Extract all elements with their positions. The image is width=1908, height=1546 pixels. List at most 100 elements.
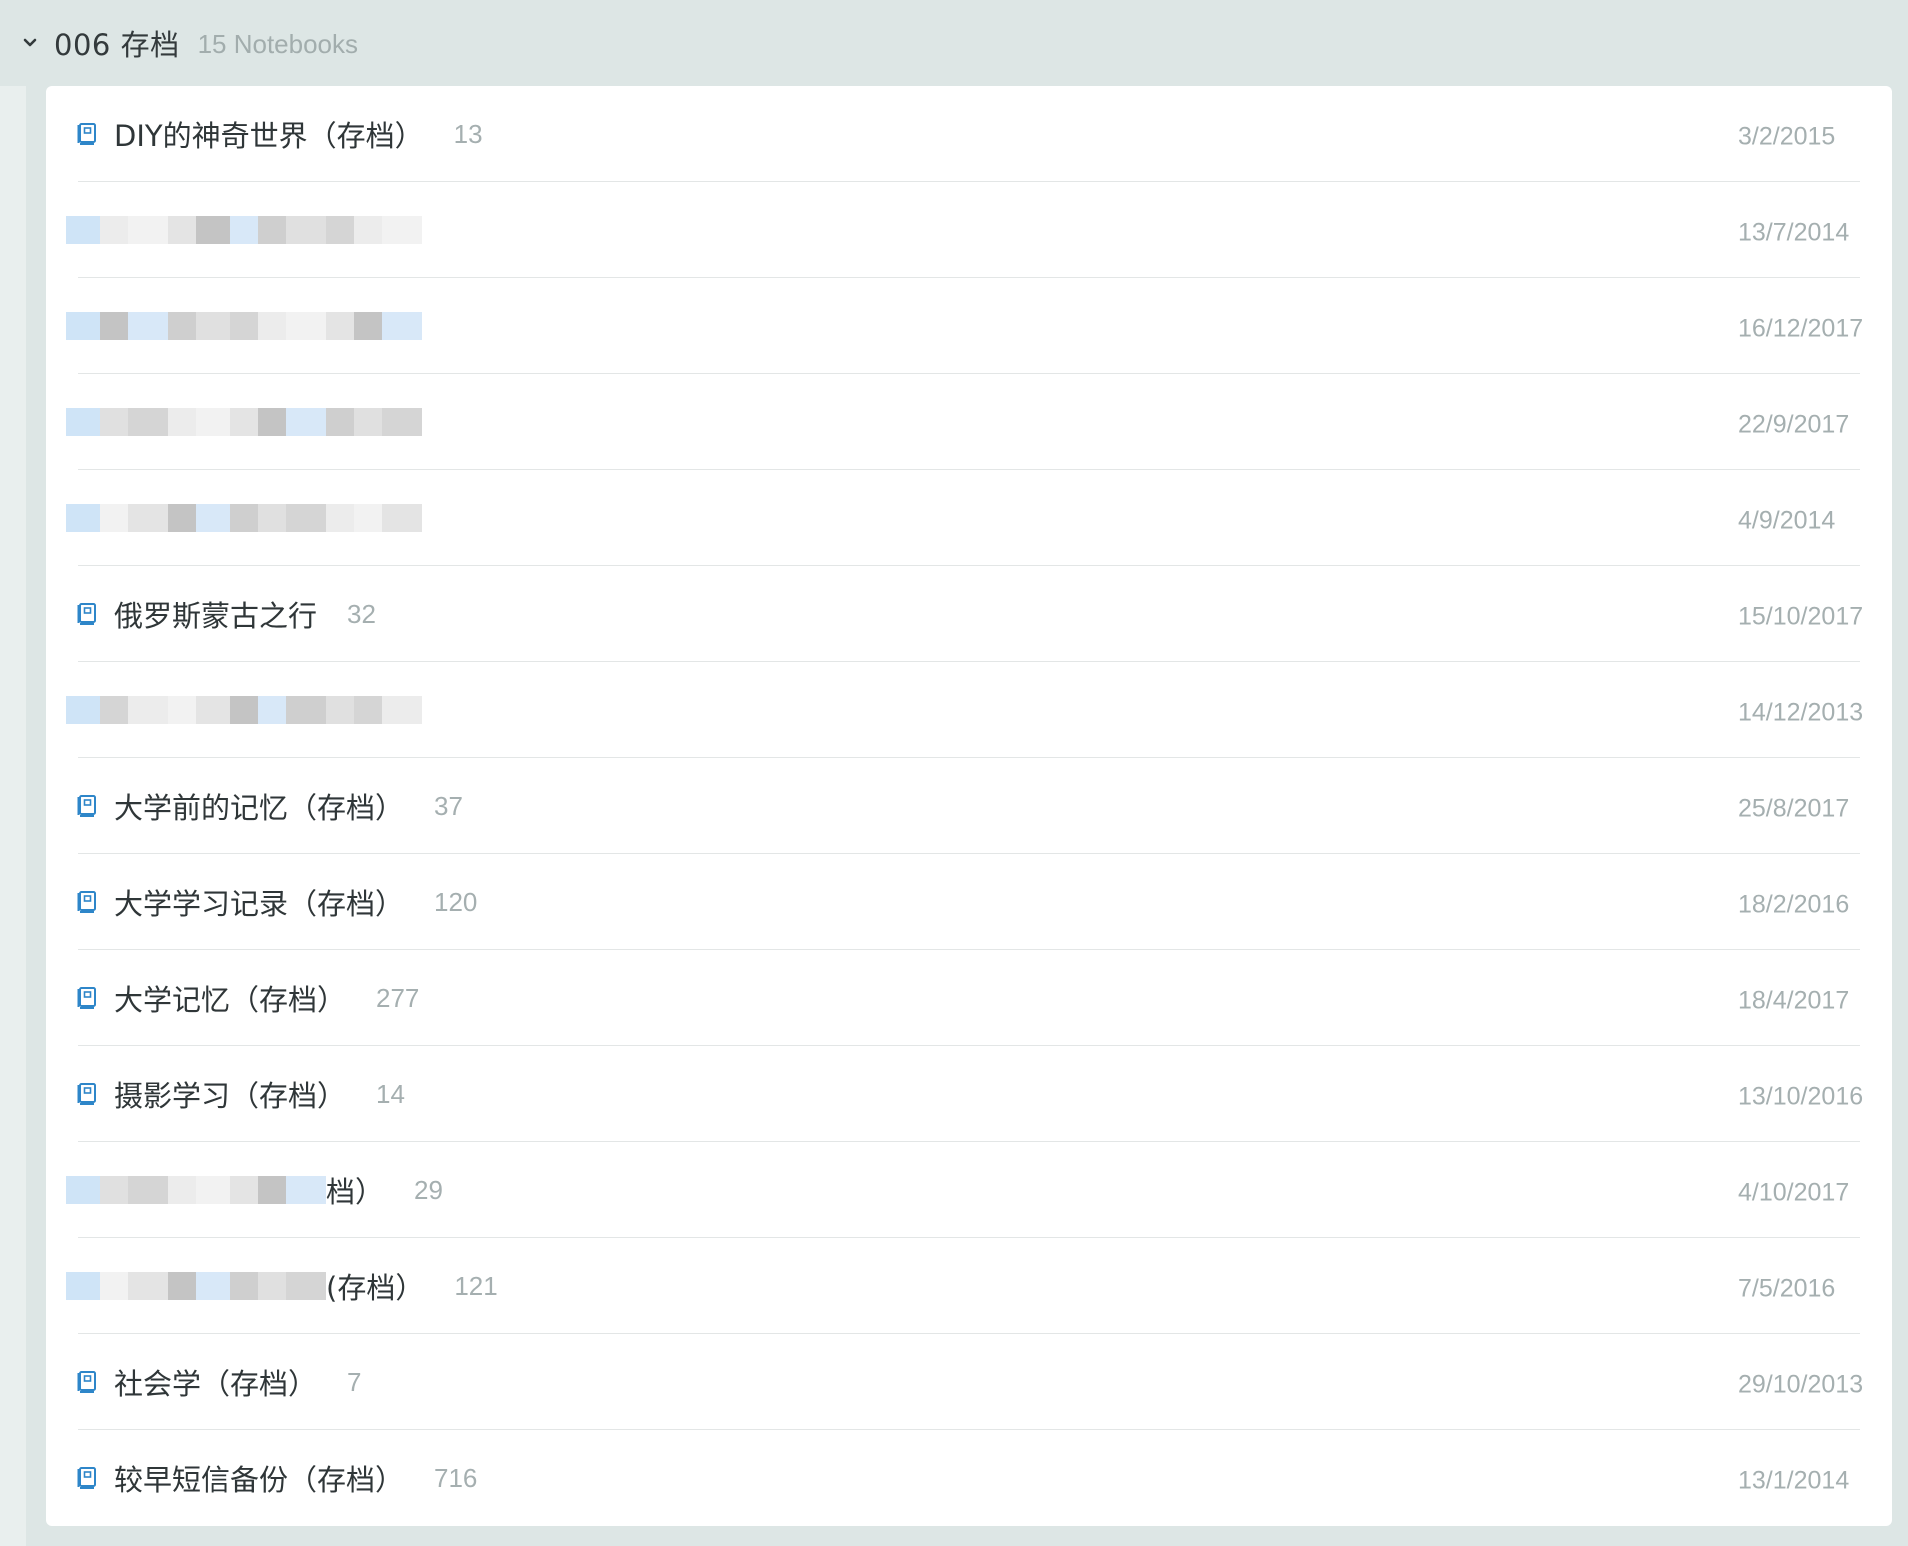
notebook-updated-date: 13/1/2014 <box>1738 1466 1850 1495</box>
stack-rail <box>0 86 26 1546</box>
notebook-name: 大学学习记录（存档） <box>114 887 405 921</box>
redacted-block <box>66 1256 326 1316</box>
notebook-row-left: 大学记忆（存档） 277 <box>76 950 419 1046</box>
redacted-block <box>66 488 422 548</box>
stack-header[interactable]: 006 存档 15 Notebooks <box>0 0 1908 86</box>
redacted-pixel <box>168 216 196 244</box>
redacted-pixel <box>168 1272 196 1300</box>
redacted-pixel <box>100 504 128 532</box>
notebook-note-count: 13 <box>453 118 483 149</box>
notebook-row-left: (存档） 121 <box>66 1238 498 1334</box>
notebook-row-left: 社会学（存档） 7 <box>76 1334 361 1430</box>
notebook-row-left <box>66 374 422 470</box>
redacted-pixel <box>382 408 422 436</box>
notebook-row[interactable]: (存档） 121 7/5/2016 <box>46 1238 1892 1334</box>
redacted-pixel <box>326 408 354 436</box>
notebook-row-left: 摄影学习（存档） 14 <box>76 1046 405 1142</box>
chevron-down-icon[interactable] <box>20 33 40 53</box>
notebook-updated-date: 22/9/2017 <box>1738 410 1850 439</box>
notebook-icon <box>76 1465 98 1491</box>
notebook-row-left: 俄罗斯蒙古之行 32 <box>76 566 376 662</box>
notebook-icon <box>76 1369 98 1395</box>
redacted-pixel <box>354 312 382 340</box>
notebook-row-left: 大学学习记录（存档） 120 <box>76 854 477 950</box>
redacted-pixel <box>168 312 196 340</box>
redacted-pixel <box>230 696 258 724</box>
redacted-pixel <box>258 504 286 532</box>
redacted-pixel <box>286 312 326 340</box>
notebook-name: 较早短信备份（存档） <box>114 1463 405 1497</box>
notebook-row-left: 档） 29 <box>66 1142 443 1238</box>
redacted-pixel <box>326 696 354 724</box>
notebook-row[interactable]: 档） 29 4/10/2017 <box>46 1142 1892 1238</box>
redacted-pixel <box>196 408 230 436</box>
notebook-note-count: 29 <box>414 1174 443 1205</box>
redacted-pixel <box>230 216 258 244</box>
notebook-updated-date: 4/10/2017 <box>1738 1178 1850 1207</box>
notebook-note-count: 121 <box>454 1270 498 1301</box>
redacted-pixel <box>128 312 168 340</box>
redacted-pixel <box>168 696 196 724</box>
redacted-block <box>66 296 422 356</box>
notebook-row[interactable]: 4/9/2014 <box>46 470 1892 566</box>
redacted-pixel <box>326 216 354 244</box>
notebook-row[interactable]: 14/12/2013 <box>46 662 1892 758</box>
redacted-pixel <box>168 408 196 436</box>
notebook-row[interactable]: DIY的神奇世界（存档） 13 3/2/2015 <box>46 86 1892 182</box>
notebook-row[interactable]: 社会学（存档） 7 29/10/2013 <box>46 1334 1892 1430</box>
redacted-pixel <box>128 696 168 724</box>
redacted-block <box>66 392 422 452</box>
notebook-updated-date: 13/10/2016 <box>1738 1082 1864 1111</box>
notebook-row[interactable]: 22/9/2017 <box>46 374 1892 470</box>
redacted-pixel <box>286 216 326 244</box>
notebook-row[interactable]: 较早短信备份（存档） 716 13/1/2014 <box>46 1430 1892 1526</box>
redacted-block <box>66 680 422 740</box>
notebook-row-left <box>66 182 422 278</box>
notebook-row-left <box>66 662 422 758</box>
notebook-updated-date: 4/9/2014 <box>1738 506 1836 535</box>
notebook-row-left <box>66 470 422 566</box>
redacted-pixel <box>66 312 100 340</box>
notebook-row[interactable]: 13/7/2014 <box>46 182 1892 278</box>
redacted-pixel <box>354 408 382 436</box>
redacted-pixel <box>100 696 128 724</box>
notebook-list: DIY的神奇世界（存档） 13 3/2/2015 13/7/2014 16/12/201… <box>46 86 1892 1526</box>
notebook-row-left: DIY的神奇世界（存档） 13 <box>76 86 483 182</box>
redacted-block <box>66 1160 326 1220</box>
redacted-pixel <box>382 312 422 340</box>
redacted-pixel <box>100 1176 128 1204</box>
redacted-pixel <box>258 1272 286 1300</box>
redacted-pixel <box>196 1176 230 1204</box>
redacted-pixel <box>66 1176 100 1204</box>
redacted-pixel <box>100 408 128 436</box>
notebook-note-count: 120 <box>434 886 478 917</box>
notebook-row[interactable]: 大学前的记忆（存档） 37 25/8/2017 <box>46 758 1892 854</box>
notebook-list-panel: DIY的神奇世界（存档） 13 3/2/2015 13/7/2014 16/12/201… <box>46 86 1892 1526</box>
redacted-pixel <box>286 1272 326 1300</box>
notebook-row-left <box>66 278 422 374</box>
redacted-pixel <box>382 504 422 532</box>
redacted-pixel <box>230 312 258 340</box>
notebook-icon <box>76 601 98 627</box>
notebook-updated-date: 3/2/2015 <box>1738 122 1836 151</box>
redacted-pixel <box>230 504 258 532</box>
notebook-row[interactable]: 16/12/2017 <box>46 278 1892 374</box>
notebook-name: 大学前的记忆（存档） <box>114 791 405 825</box>
redacted-pixel <box>286 408 326 436</box>
redacted-pixel <box>128 1176 168 1204</box>
notebook-row[interactable]: 俄罗斯蒙古之行 32 15/10/2017 <box>46 566 1892 662</box>
redacted-pixel <box>258 696 286 724</box>
notebook-note-count: 277 <box>376 982 420 1013</box>
redacted-pixel <box>128 216 168 244</box>
redacted-pixel <box>128 408 168 436</box>
notebook-updated-date: 18/2/2016 <box>1738 890 1850 919</box>
redacted-pixel <box>230 1272 258 1300</box>
notebook-icon <box>76 889 98 915</box>
notebook-updated-date: 13/7/2014 <box>1738 218 1850 247</box>
notebook-row[interactable]: 摄影学习（存档） 14 13/10/2016 <box>46 1046 1892 1142</box>
notebook-row[interactable]: 大学学习记录（存档） 120 18/2/2016 <box>46 854 1892 950</box>
notebook-updated-date: 16/12/2017 <box>1738 314 1864 343</box>
redacted-pixel <box>66 1272 100 1300</box>
notebook-row[interactable]: 大学记忆（存档） 277 18/4/2017 <box>46 950 1892 1046</box>
redacted-pixel <box>128 504 168 532</box>
